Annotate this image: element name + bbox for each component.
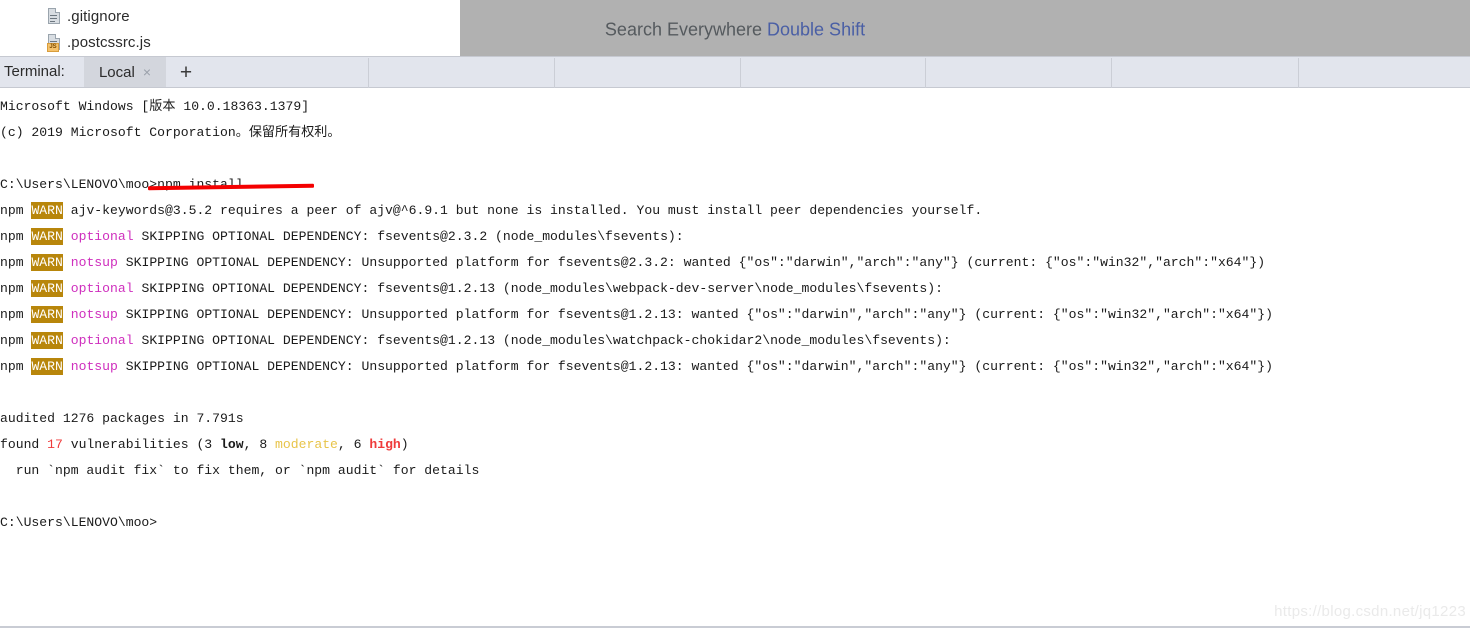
terminal-text: ) — [400, 437, 409, 452]
project-file-item-postcssrc[interactable]: JS .postcssrc.js — [47, 30, 151, 54]
terminal-tab-bar: Terminal: Local × + — [0, 56, 1470, 88]
terminal-text: npm — [0, 255, 32, 270]
terminal-text: npm — [0, 281, 32, 296]
warn-badge: WARN — [31, 280, 63, 297]
terminal-line: found 17 vulnerabilities (3 low, 8 moder… — [0, 432, 409, 458]
warn-badge: WARN — [31, 306, 63, 323]
terminal-text: optional — [70, 229, 134, 244]
terminal-line: npm WARN optional SKIPPING OPTIONAL DEPE… — [0, 328, 951, 354]
tab-separator — [1111, 58, 1112, 88]
close-icon[interactable]: × — [143, 65, 151, 79]
terminal-text: optional — [70, 281, 134, 296]
terminal-text: SKIPPING OPTIONAL DEPENDENCY: Unsupporte… — [117, 307, 1273, 322]
project-file-panel: .gitignore JS .postcssrc.js — [0, 0, 460, 56]
ide-screenshot: Search Everywhere Double Shift .gitignor… — [0, 0, 1470, 628]
terminal-text: audited 1276 packages in 7.791s — [0, 411, 244, 426]
terminal-text: , 8 — [243, 437, 276, 452]
terminal-text: notsup — [70, 359, 118, 374]
tab-separator — [554, 58, 555, 88]
terminal-text: SKIPPING OPTIONAL DEPENDENCY: Unsupporte… — [117, 359, 1273, 374]
terminal-text: high — [369, 437, 401, 452]
add-terminal-tab-button[interactable]: + — [174, 57, 198, 87]
terminal-text: npm — [0, 229, 32, 244]
terminal-line: npm WARN notsup SKIPPING OPTIONAL DEPEND… — [0, 250, 1265, 276]
project-file-item-gitignore[interactable]: .gitignore — [47, 4, 130, 28]
tab-separator — [1298, 58, 1299, 88]
terminal-line: (c) 2019 Microsoft Corporation。保留所有权利。 — [0, 120, 340, 146]
terminal-text: notsup — [70, 307, 118, 322]
terminal-text: (c) 2019 Microsoft Corporation。保留所有权利。 — [0, 125, 341, 140]
terminal-text: optional — [70, 333, 134, 348]
watermark: https://blog.csdn.net/jq1223 — [1274, 603, 1466, 620]
terminal-line: npm WARN optional SKIPPING OPTIONAL DEPE… — [0, 224, 684, 250]
terminal-line: npm WARN optional SKIPPING OPTIONAL DEPE… — [0, 276, 943, 302]
terminal-text: SKIPPING OPTIONAL DEPENDENCY: fsevents@1… — [133, 281, 943, 296]
terminal-line: npm WARN ajv-keywords@3.5.2 requires a p… — [0, 198, 982, 224]
terminal-text: notsup — [70, 255, 118, 270]
file-js-icon: JS — [47, 33, 61, 52]
terminal-text: low — [220, 437, 244, 452]
tab-separator — [368, 58, 369, 88]
terminal-line: audited 1276 packages in 7.791s — [0, 406, 244, 432]
warn-badge: WARN — [31, 358, 63, 375]
terminal-text: Microsoft Windows [版本 10.0.18363.1379] — [0, 99, 310, 114]
terminal-tab-local[interactable]: Local × — [84, 57, 166, 87]
terminal-text: moderate — [275, 437, 338, 452]
search-everywhere-label: Search Everywhere — [604, 19, 762, 40]
terminal-line: C:\Users\LENOVO\moo> — [0, 510, 157, 536]
file-text-icon — [47, 7, 61, 25]
terminal-text: SKIPPING OPTIONAL DEPENDENCY: fsevents@1… — [133, 333, 951, 348]
terminal-text: npm — [0, 307, 32, 322]
terminal-text: C:\Users\LENOVO\moo> — [0, 515, 158, 530]
search-everywhere-shortcut: Double Shift — [767, 19, 866, 40]
terminal-text: npm — [0, 359, 32, 374]
terminal-line: run `npm audit fix` to fix them, or `npm… — [0, 458, 480, 484]
terminal-text: npm — [0, 203, 32, 218]
terminal-output[interactable]: C:\Users\LENOVO\moo> run `npm audit fix`… — [0, 89, 1470, 628]
warn-badge: WARN — [31, 202, 63, 219]
tab-separator — [740, 58, 741, 88]
terminal-text: ajv-keywords@3.5.2 requires a peer of aj… — [62, 203, 983, 218]
terminal-text: npm — [0, 333, 32, 348]
project-file-label: .gitignore — [67, 7, 130, 25]
terminal-line: npm WARN notsup SKIPPING OPTIONAL DEPEND… — [0, 354, 1273, 380]
terminal-text: 17 — [47, 437, 63, 452]
warn-badge: WARN — [31, 254, 63, 271]
terminal-text: vulnerabilities (3 — [62, 437, 221, 452]
warn-badge: WARN — [31, 228, 63, 245]
terminal-text: run `npm audit fix` to fix them, or `npm… — [0, 463, 480, 478]
terminal-line: Microsoft Windows [版本 10.0.18363.1379] — [0, 94, 309, 120]
terminal-text: SKIPPING OPTIONAL DEPENDENCY: Unsupporte… — [117, 255, 1266, 270]
project-file-label: .postcssrc.js — [67, 33, 151, 51]
terminal-text: , 6 — [337, 437, 370, 452]
terminal-text: SKIPPING OPTIONAL DEPENDENCY: fsevents@2… — [133, 229, 684, 244]
terminal-line: npm WARN notsup SKIPPING OPTIONAL DEPEND… — [0, 302, 1273, 328]
warn-badge: WARN — [31, 332, 63, 349]
terminal-panel-label: Terminal: — [4, 63, 65, 80]
tab-separator — [925, 58, 926, 88]
terminal-text: found — [0, 437, 48, 452]
terminal-tab-label: Local — [98, 63, 135, 81]
